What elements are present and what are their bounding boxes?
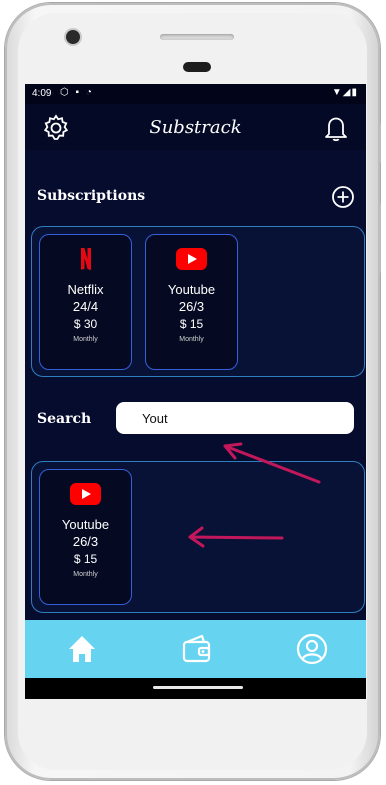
front-camera bbox=[66, 30, 80, 44]
subscription-card-netflix[interactable]: Netflix 24/4 $ 30 Monthly bbox=[39, 234, 132, 370]
subscription-price: $ 30 bbox=[73, 317, 98, 331]
status-notification-icons: ⬡ ▪ ◔ bbox=[60, 87, 94, 98]
subscription-name: Youtube bbox=[61, 517, 110, 532]
subscription-name: Netflix bbox=[67, 282, 104, 297]
subscription-price: $ 15 bbox=[179, 317, 204, 331]
search-result-card-youtube[interactable]: Youtube 26/3 $ 15 Monthly bbox=[39, 469, 132, 605]
wallet-icon[interactable] bbox=[178, 631, 214, 667]
subscription-price: $ 15 bbox=[73, 552, 98, 566]
subscription-date: 24/4 bbox=[72, 299, 99, 314]
add-subscription-icon[interactable] bbox=[331, 185, 355, 209]
subscription-name: Youtube bbox=[167, 282, 216, 297]
earpiece-speaker bbox=[160, 34, 234, 40]
youtube-logo-icon bbox=[176, 248, 207, 270]
netflix-logo-icon bbox=[81, 248, 91, 270]
subscription-cycle: Monthly bbox=[73, 571, 98, 578]
annotation-arrow-icon bbox=[188, 526, 284, 548]
home-indicator[interactable] bbox=[153, 686, 243, 689]
app-screen: 4:09 ⬡ ▪ ◔ ▼◢▮ Substrack Subscriptions N… bbox=[25, 84, 366, 699]
profile-icon[interactable] bbox=[294, 631, 330, 667]
bottom-nav bbox=[25, 620, 366, 678]
status-bar: 4:09 ⬡ ▪ ◔ ▼◢▮ bbox=[25, 84, 366, 104]
notification-bell-icon[interactable] bbox=[321, 113, 351, 143]
app-header: Substrack bbox=[25, 104, 366, 150]
subscription-date: 26/3 bbox=[72, 534, 99, 549]
volume-button bbox=[378, 123, 381, 163]
subscription-cycle: Monthly bbox=[179, 336, 204, 343]
subscription-cycle: Monthly bbox=[73, 336, 98, 343]
annotation-arrow-icon bbox=[223, 442, 321, 484]
gesture-bar bbox=[25, 678, 366, 699]
subscriptions-list: Netflix 24/4 $ 30 Monthly Youtube 26/3 $… bbox=[31, 226, 365, 377]
home-icon[interactable] bbox=[64, 631, 100, 667]
youtube-logo-icon bbox=[70, 483, 101, 505]
subscriptions-heading: Subscriptions bbox=[37, 188, 146, 204]
subscription-date: 26/3 bbox=[178, 299, 205, 314]
search-input[interactable] bbox=[116, 402, 354, 434]
search-label: Search bbox=[37, 411, 92, 427]
status-time: 4:09 bbox=[32, 88, 52, 99]
power-button bbox=[378, 203, 381, 273]
app-title: Substrack bbox=[149, 117, 242, 138]
sensor-slot bbox=[183, 62, 211, 72]
status-system-icons: ▼◢▮ bbox=[331, 87, 358, 98]
subscription-card-youtube[interactable]: Youtube 26/3 $ 15 Monthly bbox=[145, 234, 238, 370]
